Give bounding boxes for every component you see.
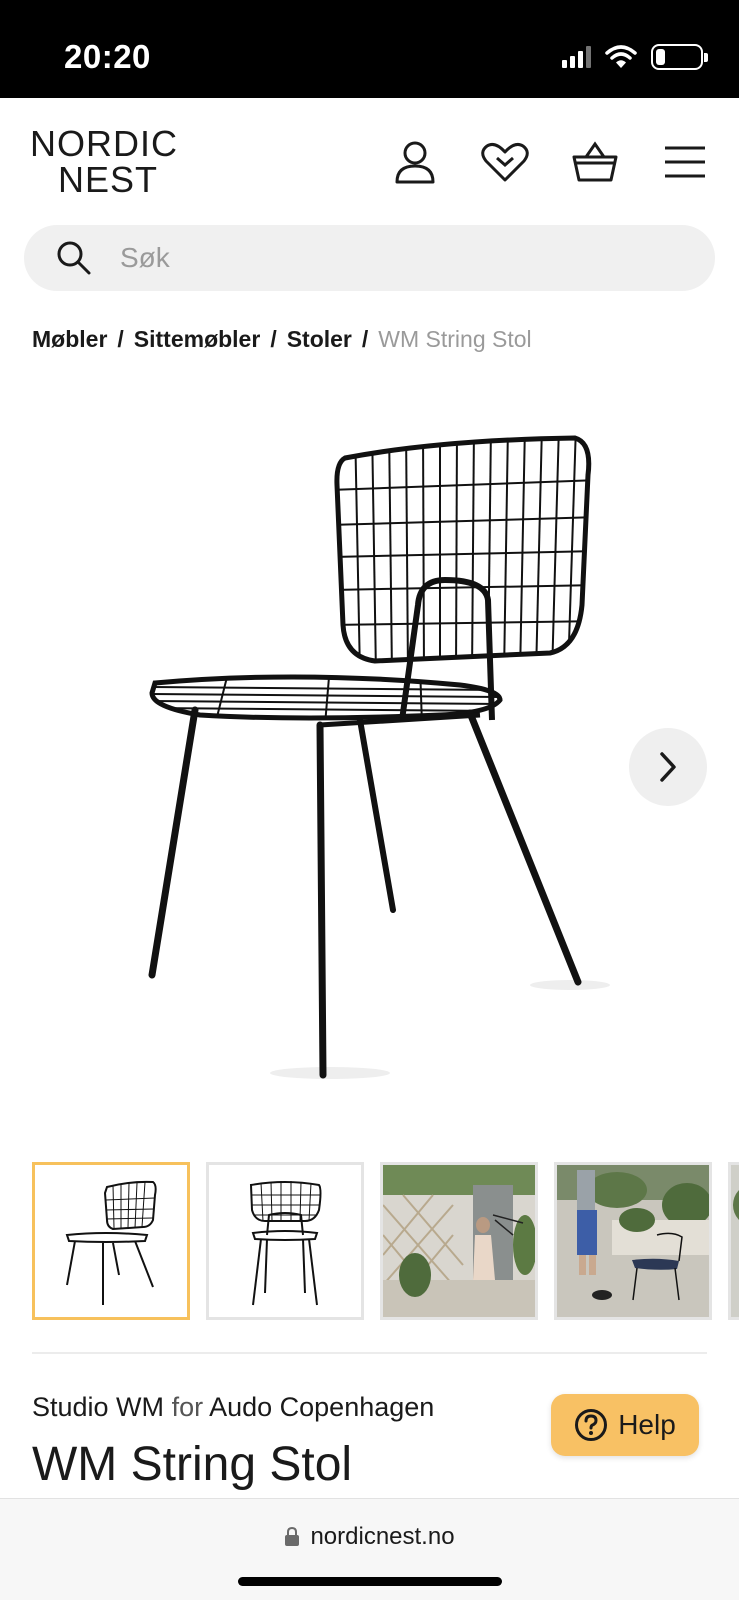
thumbnail-strip xyxy=(32,1162,739,1320)
help-label: Help xyxy=(618,1409,676,1440)
breadcrumb-separator: / xyxy=(117,326,124,352)
question-circle-icon xyxy=(575,1409,608,1441)
lock-icon xyxy=(285,1527,300,1546)
breadcrumb-separator: / xyxy=(270,326,277,352)
breadcrumb-sittemobler[interactable]: Sittemøbler xyxy=(134,326,261,353)
for-text: for xyxy=(171,1392,204,1422)
product-brandline: Studio WM for Audo Copenhagen xyxy=(32,1392,434,1423)
section-divider xyxy=(32,1352,707,1354)
menu-icon[interactable] xyxy=(661,138,709,186)
chair-image xyxy=(148,435,610,1079)
thumbnail-chair-side[interactable] xyxy=(32,1162,190,1320)
status-icons xyxy=(562,44,708,70)
thumbnail-chair-front[interactable] xyxy=(206,1162,364,1320)
battery-icon xyxy=(651,44,708,70)
chevron-right-icon xyxy=(660,752,676,782)
site-header: NORDIC NEST xyxy=(0,98,739,218)
home-indicator[interactable] xyxy=(238,1577,502,1586)
thumbnail-lifestyle-garden[interactable] xyxy=(554,1162,712,1320)
header-icons xyxy=(391,138,709,186)
url-text: nordicnest.no xyxy=(310,1523,455,1550)
wifi-icon xyxy=(605,45,637,68)
logo-line-1: NORDIC xyxy=(30,123,178,164)
breadcrumb: Møbler / Sittemøbler / Stoler / WM Strin… xyxy=(32,326,532,353)
next-image-button[interactable] xyxy=(629,728,707,806)
nordic-nest-logo[interactable]: NORDIC NEST xyxy=(30,126,178,198)
logo-line-2: NEST xyxy=(58,159,159,200)
breadcrumb-current: WM String Stol xyxy=(378,326,532,352)
basket-icon[interactable] xyxy=(571,138,619,186)
status-bar: 20:20 xyxy=(0,0,739,98)
status-time: 20:20 xyxy=(64,38,151,75)
signal-icon xyxy=(562,46,591,68)
search-bar xyxy=(24,225,715,291)
heart-icon[interactable] xyxy=(481,138,529,186)
manufacturer-link[interactable]: Audo Copenhagen xyxy=(209,1392,434,1422)
search-icon xyxy=(57,241,91,275)
user-icon[interactable] xyxy=(391,138,439,186)
thumbnail-partial[interactable] xyxy=(728,1162,739,1320)
breadcrumb-separator: / xyxy=(361,326,369,352)
search-input[interactable] xyxy=(120,242,640,274)
thumbnail-lifestyle-courtyard[interactable] xyxy=(380,1162,538,1320)
help-button[interactable]: Help xyxy=(551,1394,699,1456)
breadcrumb-stoler[interactable]: Stoler xyxy=(287,326,352,353)
product-title: WM String Stol xyxy=(32,1438,353,1491)
product-main-image[interactable] xyxy=(0,385,739,1115)
designer-link[interactable]: Studio WM xyxy=(32,1392,164,1422)
breadcrumb-mobler[interactable]: Møbler xyxy=(32,326,107,353)
browser-url-bar[interactable]: nordicnest.no xyxy=(0,1498,739,1600)
url-display[interactable]: nordicnest.no xyxy=(0,1523,739,1551)
